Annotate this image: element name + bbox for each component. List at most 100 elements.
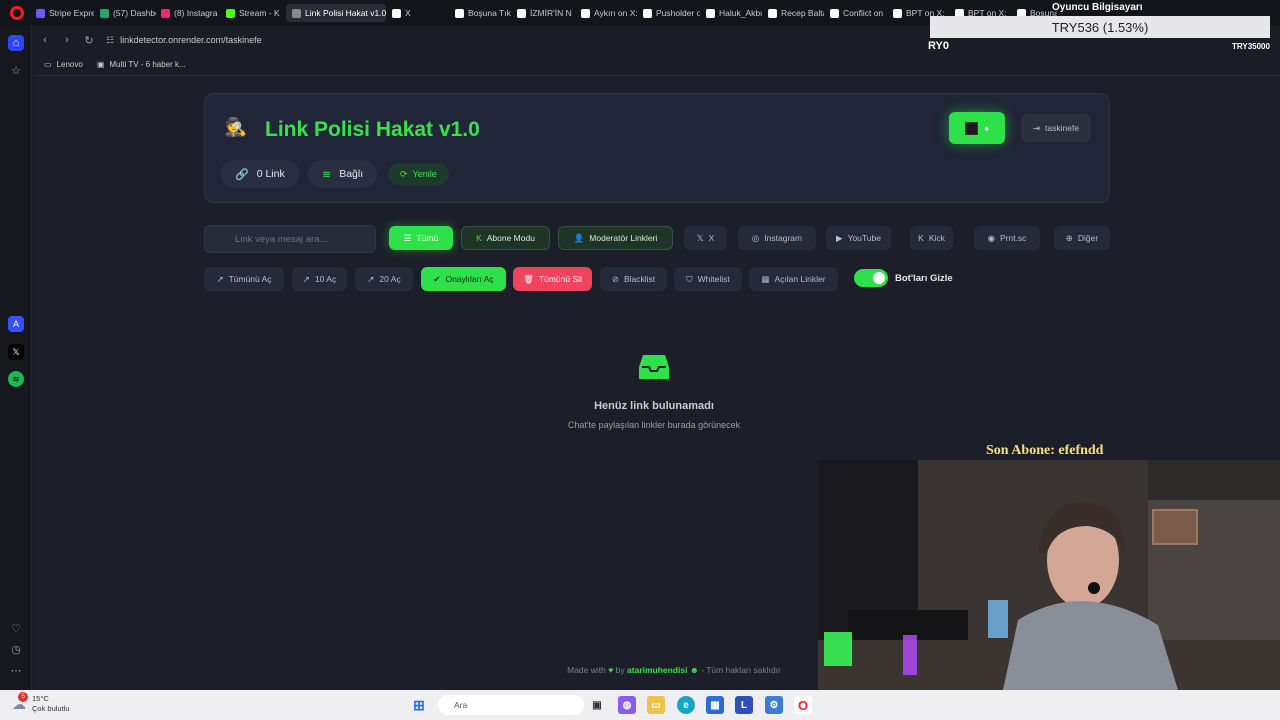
- filter-prnt-sc[interactable]: ◉ Prnt.sc: [974, 226, 1040, 250]
- refresh-label: Yenile: [412, 169, 437, 179]
- ban-icon: ⊘: [611, 273, 619, 284]
- open-all-button[interactable]: ↗ Tümünü Aç: [204, 267, 284, 291]
- browser-tab[interactable]: İZMİR'İN N: [517, 4, 575, 22]
- browser-tab[interactable]: Boşuna Tıklı: [455, 4, 511, 22]
- star-icon[interactable]: ☆: [8, 62, 24, 78]
- filter-moderat-r-linkleri[interactable]: 👤 Moderatör Linkleri: [558, 226, 673, 250]
- weather-badge: 5: [18, 691, 28, 702]
- open-20-button[interactable]: ↗ 20 Aç: [355, 267, 413, 291]
- app-title: Link Polisi Hakat v1.0: [265, 118, 480, 141]
- app-l-icon[interactable]: L: [735, 696, 753, 714]
- more-icon[interactable]: ⋯: [8, 662, 24, 678]
- action-label: Tümünü Sil: [538, 274, 582, 284]
- site-info-icon[interactable]: ☷: [106, 35, 114, 46]
- browser-tab[interactable]: Pusholder o: [643, 4, 700, 22]
- store-icon[interactable]: ▦: [706, 696, 724, 714]
- browser-tab[interactable]: (8) Instagra: [161, 4, 219, 22]
- open-approved-button[interactable]: ✔ Onaylıları Aç: [421, 267, 506, 291]
- streamer-status-button[interactable]: ●: [949, 112, 1005, 144]
- opened-links-button[interactable]: ▦ Açılan Linkler: [749, 267, 838, 291]
- weather-widget[interactable]: ☁ 5 15°C Çok bulutlu: [12, 691, 70, 714]
- tab-label: Recep Balta: [781, 8, 824, 18]
- browser-tab[interactable]: Haluk_Akbu: [706, 4, 762, 22]
- forward-icon[interactable]: ›: [56, 29, 78, 51]
- browser-sidebar: ⌂ ☆ A 𝕏 ≋ ♡ ◷ ⋯: [0, 26, 32, 690]
- action-label: 20 Aç: [379, 274, 401, 284]
- filter-label: YouTube: [847, 233, 881, 243]
- file-explorer-icon[interactable]: ▭: [647, 696, 665, 714]
- webcam-feed: [818, 460, 1280, 690]
- filter-youtube[interactable]: ▶ YouTube: [826, 226, 891, 250]
- bookmark-multitv[interactable]: ▣ Multi TV - 6 haber k...: [97, 60, 186, 69]
- reload-icon[interactable]: ↻: [78, 29, 100, 51]
- browser-tab[interactable]: (57) Dashbo: [100, 4, 156, 22]
- username: taskinefe: [1045, 123, 1080, 133]
- x-icon[interactable]: 𝕏: [8, 344, 24, 360]
- opera-logo-icon[interactable]: [10, 6, 24, 20]
- filter-abone-modu[interactable]: K Abone Modu: [461, 226, 550, 250]
- edge-icon[interactable]: e: [677, 696, 695, 714]
- blacklist-button[interactable]: ⊘ Blacklist: [600, 267, 667, 291]
- bookmark-label: Lenovo: [56, 60, 83, 69]
- filter-di-er[interactable]: ⊕ Diğer: [1054, 226, 1110, 250]
- tab-favicon-icon: [161, 8, 170, 18]
- page-icon: ▣: [96, 60, 105, 69]
- camera-icon: ◉: [987, 232, 995, 243]
- footer-author[interactable]: atarimuhendisi: [627, 665, 687, 675]
- browser-tab[interactable]: Aykırı on X:: [581, 4, 637, 22]
- connection-label: Bağlı: [339, 168, 364, 180]
- check-circle-icon: ✔: [433, 273, 441, 284]
- connection-status: ≋ Bağlı: [308, 160, 378, 188]
- logout-button[interactable]: ⇥ taskinefe: [1021, 114, 1091, 142]
- tab-favicon-icon: [36, 8, 45, 18]
- network-app-icon[interactable]: ⚙: [765, 696, 783, 714]
- url-field[interactable]: ☷ linkdetector.onrender.com/taskinefe: [106, 35, 262, 46]
- windows-start-icon[interactable]: ⊞: [410, 696, 428, 714]
- browser-tab[interactable]: Stream - Ki: [226, 4, 280, 22]
- copilot-icon[interactable]: ◍: [618, 696, 636, 714]
- browser-tab[interactable]: Stripe Expre: [36, 4, 94, 22]
- whitelist-button[interactable]: ⛉ Whitelist: [674, 267, 742, 291]
- refresh-button[interactable]: ⟳ Yenile: [388, 163, 449, 185]
- back-icon[interactable]: ‹: [34, 29, 56, 51]
- browser-tab[interactable]: Conflict on: [830, 4, 887, 22]
- browser-tab[interactable]: Recep Balta: [768, 4, 824, 22]
- filter-label: Moderatör Linkleri: [589, 233, 658, 243]
- filter-kick[interactable]: K Kick: [910, 226, 953, 250]
- instagram-icon: ◎: [751, 232, 760, 243]
- aria-icon[interactable]: A: [8, 316, 24, 332]
- cloud-icon: ☁ 5: [12, 691, 28, 712]
- task-view-icon[interactable]: ▣: [588, 696, 606, 714]
- delete-all-button[interactable]: 🗑 Tümünü Sil: [513, 267, 592, 291]
- tab-favicon-icon: [392, 8, 401, 18]
- home-icon[interactable]: ⌂: [8, 35, 24, 51]
- browser-tab[interactable]: Link Polisi Hakat v1.0: [286, 4, 386, 22]
- live-dot-icon: ●: [984, 123, 989, 133]
- history-icon[interactable]: ◷: [8, 641, 24, 657]
- weather-text: Çok bulutlu: [32, 704, 70, 713]
- bookmark-lenovo[interactable]: ▭ Lenovo: [44, 60, 83, 69]
- list-icon: ▦: [761, 273, 770, 284]
- filter-t-m-[interactable]: ☰ Tümü: [389, 226, 453, 250]
- shield-icon: ⛉: [686, 273, 693, 284]
- hide-bots-toggle[interactable]: [854, 269, 888, 287]
- tab-favicon-icon: [768, 8, 777, 18]
- header-card: 🕵 Link Polisi Hakat v1.0 🔗 0 Link ≋ Bağl…: [204, 93, 1110, 203]
- open-10-button[interactable]: ↗ 10 Aç: [292, 267, 347, 291]
- browser-tab[interactable]: X: [392, 4, 447, 22]
- filter-label: Diğer: [1077, 233, 1099, 243]
- search-input[interactable]: [204, 225, 376, 253]
- link-count-badge: 🔗 0 Link: [221, 160, 299, 188]
- filter-x[interactable]: 𝕏X: [684, 226, 727, 250]
- action-label: Blacklist: [623, 274, 656, 284]
- filter-instagram[interactable]: ◎ Instagram: [738, 226, 816, 250]
- logout-icon: ⇥: [1032, 122, 1041, 133]
- action-label: 10 Aç: [314, 274, 337, 284]
- spotify-icon[interactable]: ≋: [8, 371, 24, 387]
- footer-prefix: Made with: [567, 665, 606, 675]
- opera-taskbar-icon[interactable]: O: [794, 696, 812, 714]
- tab-label: Link Polisi Hakat v1.0: [305, 8, 386, 18]
- taskbar-search[interactable]: Ara: [438, 695, 584, 715]
- inbox-icon: [639, 355, 669, 379]
- heart-icon[interactable]: ♡: [8, 620, 24, 636]
